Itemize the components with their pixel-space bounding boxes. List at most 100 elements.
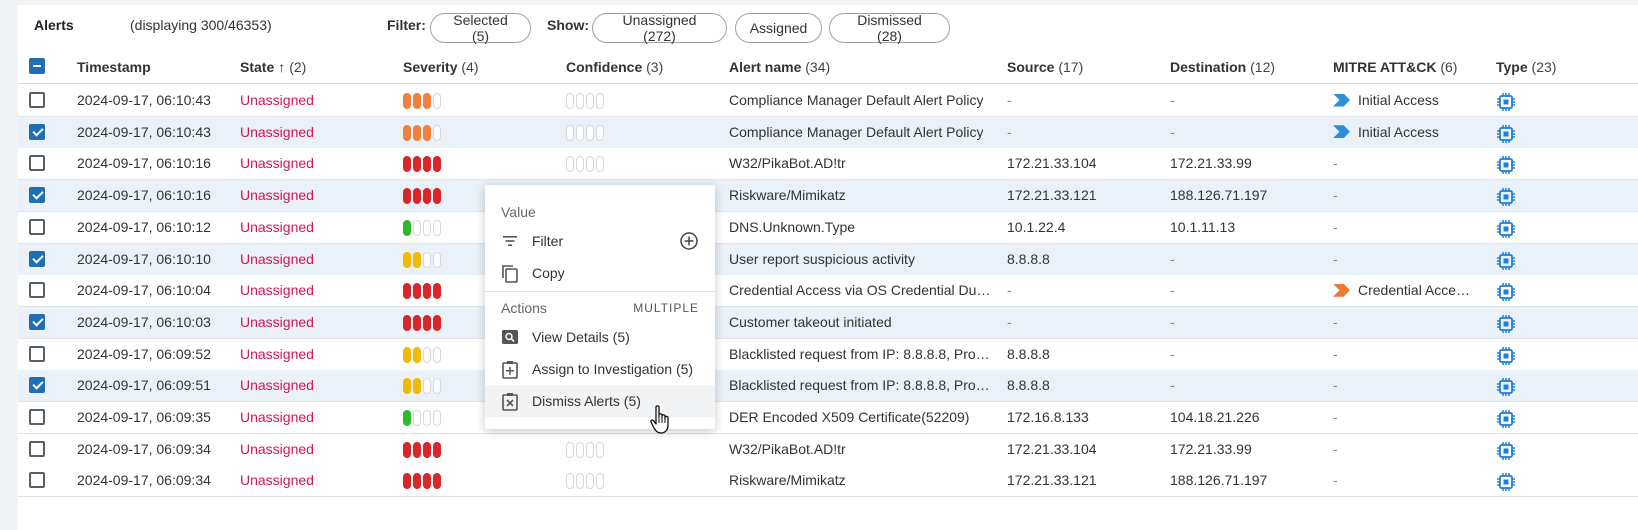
table-row[interactable]: 2024-09-17, 06:10:04 Unassigned Credential… [18, 275, 1638, 308]
menu-item-dismiss-alerts[interactable]: Dismiss Alerts (5) [485, 385, 715, 417]
state-cell[interactable]: Unassigned [240, 409, 314, 425]
source-cell[interactable]: 172.21.33.121 [1007, 187, 1097, 203]
alert-name-cell[interactable]: DNS.Unknown.Type [729, 219, 855, 235]
menu-item-view-details[interactable]: View Details (5) [485, 321, 715, 353]
col-state[interactable]: State ↑ (2) [240, 59, 306, 75]
chip-icon[interactable] [1496, 472, 1516, 495]
chip-icon[interactable] [1496, 155, 1516, 178]
alert-name-cell[interactable]: Riskware/Mimikatz [729, 187, 846, 203]
destination-cell[interactable]: 188.126.71.197 [1170, 187, 1267, 203]
row-checkbox[interactable] [29, 250, 45, 267]
severity-indicator[interactable] [403, 410, 441, 426]
state-cell[interactable]: Unassigned [240, 472, 314, 488]
severity-indicator[interactable] [403, 124, 441, 141]
alert-name-cell[interactable]: Riskware/Mimikatz [729, 472, 846, 488]
table-row[interactable]: 2024-09-17, 06:09:34 Unassigned W32/PikaBo… [18, 433, 1638, 466]
row-checkbox[interactable] [29, 377, 45, 394]
mitre-tactic[interactable]: Credential Acce… [1333, 282, 1470, 298]
state-cell[interactable]: Unassigned [240, 282, 314, 298]
alert-name-cell[interactable]: Customer takeout initiated [729, 314, 892, 330]
alert-name-cell[interactable]: W32/PikaBot.AD!tr [729, 155, 846, 171]
menu-item-filter[interactable]: Filter [485, 225, 715, 257]
destination-cell[interactable]: 104.18.21.226 [1170, 409, 1260, 425]
show-unassigned-button[interactable]: Unassigned (272) [592, 12, 727, 44]
state-cell[interactable]: Unassigned [240, 124, 314, 140]
destination-cell[interactable]: - [1170, 92, 1175, 108]
severity-indicator[interactable] [403, 251, 441, 268]
filter-selected-button[interactable]: Selected (5) [430, 12, 531, 44]
chip-icon[interactable] [1496, 346, 1516, 369]
confidence-indicator[interactable] [566, 124, 604, 141]
chip-icon[interactable] [1496, 409, 1516, 432]
row-checkbox[interactable] [29, 155, 45, 172]
timestamp-cell[interactable]: 2024-09-17, 06:10:12 [77, 219, 211, 235]
state-cell[interactable]: Unassigned [240, 377, 314, 393]
source-cell[interactable]: - [1007, 282, 1012, 298]
alert-name-cell[interactable]: Compliance Manager Default Alert Policy [729, 124, 983, 140]
col-alert-name[interactable]: Alert name (34) [729, 59, 830, 75]
row-checkbox[interactable] [29, 123, 45, 140]
destination-cell[interactable]: - [1170, 377, 1175, 393]
severity-indicator[interactable] [403, 314, 441, 331]
mitre-cell[interactable]: - [1333, 314, 1338, 330]
show-assigned-button[interactable]: Assigned [735, 13, 822, 43]
destination-cell[interactable]: 10.1.11.13 [1170, 219, 1235, 235]
mitre-cell[interactable]: - [1333, 251, 1338, 267]
source-cell[interactable]: - [1007, 124, 1012, 140]
timestamp-cell[interactable]: 2024-09-17, 06:09:34 [77, 472, 211, 488]
destination-cell[interactable]: 172.21.33.99 [1170, 441, 1252, 457]
table-row[interactable]: 2024-09-17, 06:10:43 Unassigned Compliance… [18, 116, 1638, 149]
alert-name-cell[interactable]: Blacklisted request from IP: 8.8.8.8, Pr… [729, 346, 991, 362]
table-row[interactable]: 2024-09-17, 06:10:16 Unassigned Riskware/M… [18, 180, 1638, 213]
source-cell[interactable]: - [1007, 92, 1012, 108]
destination-cell[interactable]: - [1170, 251, 1175, 267]
state-cell[interactable]: Unassigned [240, 92, 314, 108]
mitre-cell[interactable]: - [1333, 409, 1338, 425]
severity-indicator[interactable] [403, 346, 441, 363]
table-row[interactable]: 2024-09-17, 06:10:10 Unassigned User repor… [18, 243, 1638, 276]
table-row[interactable]: 2024-09-17, 06:10:16 Unassigned W32/PikaBo… [18, 148, 1638, 181]
state-cell[interactable]: Unassigned [240, 155, 314, 171]
state-cell[interactable]: Unassigned [240, 187, 314, 203]
chip-icon[interactable] [1496, 187, 1516, 210]
mitre-cell[interactable]: - [1333, 441, 1338, 457]
mitre-cell[interactable]: - [1333, 472, 1338, 488]
alert-name-cell[interactable]: Credential Access via OS Credential Dum… [729, 282, 991, 298]
chip-icon[interactable] [1496, 92, 1516, 115]
source-cell[interactable]: 10.1.22.4 [1007, 219, 1065, 235]
menu-item-copy[interactable]: Copy [485, 257, 715, 289]
row-checkbox[interactable] [29, 313, 45, 330]
row-checkbox[interactable] [29, 218, 45, 235]
table-row[interactable]: 2024-09-17, 06:09:34 Unassigned Riskware/M… [18, 465, 1638, 498]
severity-indicator[interactable] [403, 188, 441, 205]
state-cell[interactable]: Unassigned [240, 314, 314, 330]
state-cell[interactable]: Unassigned [240, 346, 314, 362]
timestamp-cell[interactable]: 2024-09-17, 06:09:34 [77, 441, 211, 457]
chip-icon[interactable] [1496, 282, 1516, 305]
confidence-indicator[interactable] [566, 441, 604, 458]
destination-cell[interactable]: - [1170, 124, 1175, 140]
timestamp-cell[interactable]: 2024-09-17, 06:09:52 [77, 346, 211, 362]
confidence-indicator[interactable] [566, 156, 604, 173]
row-checkbox[interactable] [29, 345, 45, 362]
row-checkbox[interactable] [29, 440, 45, 457]
mitre-tactic[interactable]: Initial Access [1333, 124, 1439, 140]
alert-name-cell[interactable]: W32/PikaBot.AD!tr [729, 441, 846, 457]
timestamp-cell[interactable]: 2024-09-17, 06:10:10 [77, 251, 211, 267]
row-checkbox[interactable] [29, 187, 45, 204]
mitre-cell[interactable]: - [1333, 377, 1338, 393]
severity-indicator[interactable] [403, 219, 441, 236]
chip-icon[interactable] [1496, 251, 1516, 274]
chip-icon[interactable] [1496, 124, 1516, 147]
row-checkbox[interactable] [29, 282, 45, 299]
col-severity[interactable]: Severity (4) [403, 59, 479, 75]
state-cell[interactable]: Unassigned [240, 251, 314, 267]
destination-cell[interactable]: 188.126.71.197 [1170, 472, 1267, 488]
col-confidence[interactable]: Confidence (3) [566, 59, 663, 75]
col-type[interactable]: Type (23) [1496, 59, 1556, 75]
timestamp-cell[interactable]: 2024-09-17, 06:10:16 [77, 187, 211, 203]
confidence-indicator[interactable] [566, 473, 604, 490]
timestamp-cell[interactable]: 2024-09-17, 06:10:43 [77, 124, 211, 140]
table-row[interactable]: 2024-09-17, 06:10:43 Unassigned Compliance… [18, 85, 1638, 117]
timestamp-cell[interactable]: 2024-09-17, 06:09:35 [77, 409, 211, 425]
